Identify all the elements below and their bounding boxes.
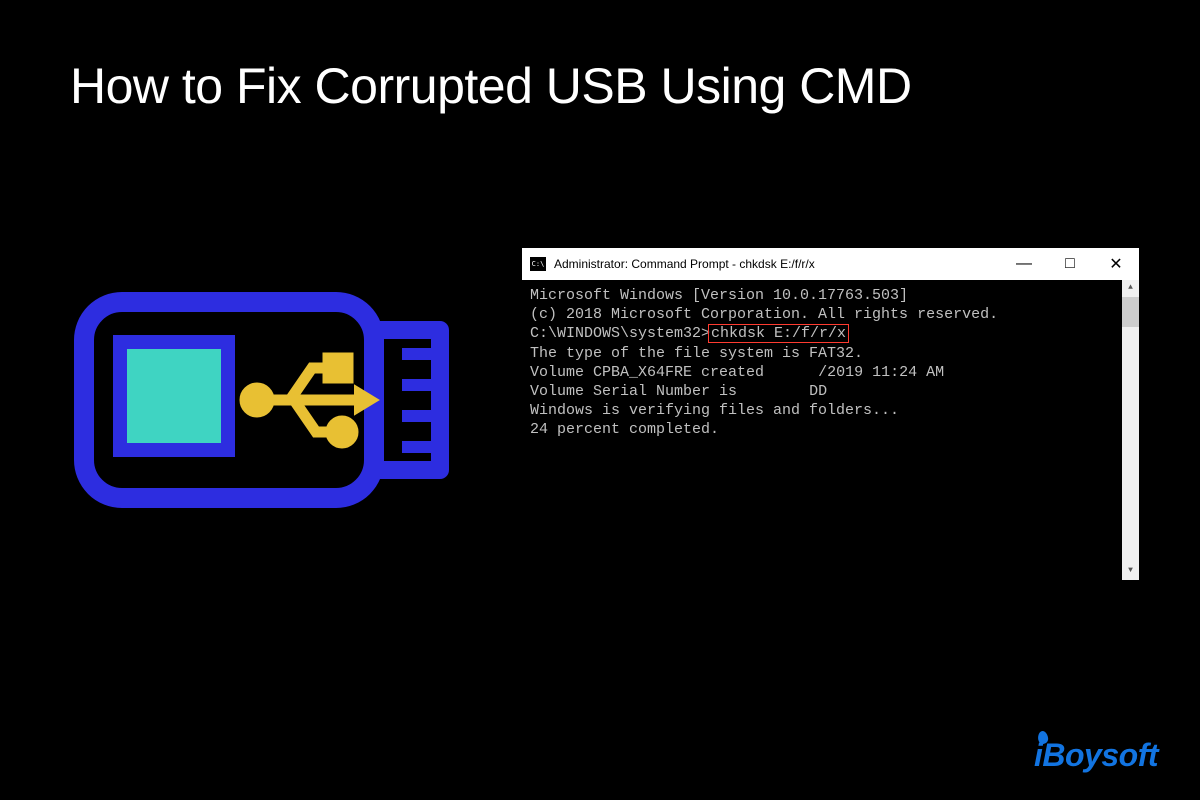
scroll-up-button[interactable]: ▲: [1122, 280, 1139, 297]
output-line: Windows is verifying files and folders..…: [530, 401, 1131, 420]
command-line: C:\WINDOWS\system32>chkdsk E:/f/r/x: [530, 324, 1131, 343]
output-line: Microsoft Windows [Version 10.0.17763.50…: [530, 286, 1131, 305]
brand-text-post: soft: [1101, 737, 1158, 773]
command-prompt-window: C:\ Administrator: Command Prompt - chkd…: [522, 248, 1139, 580]
output-line: 24 percent completed.: [530, 420, 1131, 439]
cmd-icon: C:\: [530, 257, 546, 271]
brand-logo: iBoysoft: [1034, 737, 1158, 774]
output-line: (c) 2018 Microsoft Corporation. All righ…: [530, 305, 1131, 324]
prompt-text: C:\WINDOWS\system32>: [530, 325, 710, 342]
close-button[interactable]: ✕: [1093, 248, 1139, 280]
redacted-text: [773, 363, 818, 382]
window-title: Administrator: Command Prompt - chkdsk E…: [554, 257, 1001, 271]
page-title: How to Fix Corrupted USB Using CMD: [70, 56, 912, 116]
output-line: Volume CPBA_X64FRE created /2019 11:24 A…: [530, 363, 1131, 382]
terminal-output[interactable]: Microsoft Windows [Version 10.0.17763.50…: [522, 280, 1139, 580]
scroll-thumb[interactable]: [1122, 297, 1139, 327]
output-line: Volume Serial Number is DD: [530, 382, 1131, 401]
scroll-down-button[interactable]: ▼: [1122, 563, 1139, 580]
output-line: The type of the file system is FAT32.: [530, 344, 1131, 363]
usb-drive-icon: [72, 290, 467, 510]
redacted-text: [746, 382, 809, 401]
window-controls: — □ ✕: [1001, 248, 1139, 280]
scrollbar[interactable]: ▲ ▼: [1122, 280, 1139, 580]
highlighted-command: chkdsk E:/f/r/x: [708, 324, 849, 343]
maximize-button[interactable]: □: [1047, 248, 1093, 280]
minimize-button[interactable]: —: [1001, 248, 1047, 280]
window-titlebar[interactable]: C:\ Administrator: Command Prompt - chkd…: [522, 248, 1139, 280]
